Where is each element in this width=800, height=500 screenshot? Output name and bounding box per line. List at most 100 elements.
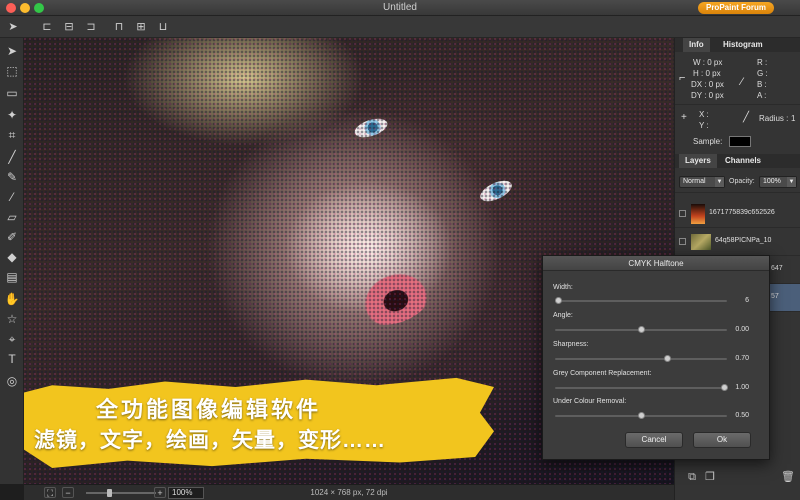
ucr-slider-thumb[interactable] bbox=[638, 412, 645, 419]
info-g: G : bbox=[757, 69, 768, 78]
dialog-title: CMYK Halftone bbox=[543, 256, 769, 271]
sample-color-swatch[interactable] bbox=[729, 136, 751, 147]
tab-layers[interactable]: Layers bbox=[679, 154, 717, 168]
radius-label: Radius : bbox=[759, 114, 789, 123]
blend-mode-value: Normal bbox=[683, 178, 706, 185]
ok-button[interactable]: Ok bbox=[693, 432, 751, 448]
status-bar: ⛶ − + 100% 1024 × 768 px, 72 dpi bbox=[24, 484, 674, 500]
trash-icon[interactable]: 🗑 bbox=[781, 470, 795, 484]
fill-icon[interactable]: ◆ bbox=[3, 248, 21, 266]
gcr-slider[interactable] bbox=[555, 384, 728, 391]
gradient-icon[interactable]: ▤ bbox=[3, 268, 21, 286]
align-left-icon[interactable]: ⊏ bbox=[40, 20, 54, 34]
info-r: R : bbox=[757, 58, 768, 67]
opacity-field[interactable]: 100% ▼ bbox=[759, 176, 797, 188]
align-center-icon[interactable]: ⊟ bbox=[62, 20, 76, 34]
width-slider[interactable] bbox=[555, 297, 727, 304]
cancel-button[interactable]: Cancel bbox=[625, 432, 683, 448]
tab-histogram[interactable]: Histogram bbox=[723, 38, 763, 52]
gcr-value: 1.00 bbox=[735, 384, 749, 391]
paint-icon[interactable]: ✐ bbox=[3, 228, 21, 246]
align-right-icon[interactable]: ⊐ bbox=[84, 20, 98, 34]
layer-thumbnail bbox=[691, 234, 711, 250]
eyedropper-icon[interactable]: ⁄ bbox=[3, 188, 21, 206]
info-x: X : bbox=[699, 110, 709, 119]
tab-info[interactable]: Info bbox=[683, 38, 710, 52]
magic-wand-icon[interactable]: ✦ bbox=[3, 106, 21, 124]
sample-label: Sample: bbox=[693, 137, 723, 146]
document-info: 1024 × 768 px, 72 dpi bbox=[310, 488, 388, 497]
brush-info-icon: ╱ bbox=[743, 112, 750, 123]
angle-slider-thumb[interactable] bbox=[638, 326, 645, 333]
align-top-icon[interactable]: ⊓ bbox=[112, 20, 126, 34]
banner-headline: 全功能图像编辑软件 bbox=[96, 397, 322, 422]
align-bottom-icon[interactable]: ⊔ bbox=[156, 20, 170, 34]
layer-thumbnail bbox=[691, 204, 705, 224]
crosshair-icon: + bbox=[681, 112, 687, 123]
duplicate-layer-icon[interactable]: ❐ bbox=[703, 470, 717, 484]
new-layer-icon[interactable]: ⧉ bbox=[685, 470, 699, 484]
window-title: Untitled bbox=[383, 2, 417, 13]
layer-name: 647 bbox=[771, 265, 783, 272]
sharpness-label: Sharpness: bbox=[553, 341, 589, 348]
width-slider-thumb[interactable] bbox=[555, 297, 563, 304]
marquee-icon[interactable]: ▭ bbox=[3, 84, 21, 102]
info-tab-bar: Info Histogram bbox=[675, 38, 800, 52]
blend-mode-select[interactable]: Normal ▼ bbox=[679, 176, 725, 188]
layer-row[interactable]: 64q58PICNPa_10 bbox=[675, 228, 800, 256]
crop-icon[interactable]: ⌗ bbox=[3, 126, 21, 144]
layer-name: 64q58PICNPa_10 bbox=[715, 237, 772, 244]
info-y: Y : bbox=[699, 121, 709, 130]
info-dy: DY : 0 px bbox=[691, 91, 724, 100]
angle-label: Angle: bbox=[553, 312, 573, 319]
layer-name: 57 bbox=[771, 293, 779, 300]
tools-panel: ➤ ⬚ ▭ ✦ ⌗ ╱ ✎ ⁄ ▱ ✐ ◆ ▤ ✋ ☆ ⌖ T ◎ bbox=[0, 38, 24, 484]
gcr-slider-thumb[interactable] bbox=[720, 384, 728, 391]
width-label: Width: bbox=[553, 284, 573, 291]
cmyk-halftone-dialog: CMYK Halftone Width: 6 Angle: 0.00 Sharp… bbox=[542, 255, 770, 460]
sharpness-value: 0.70 bbox=[735, 355, 749, 362]
transform-icon[interactable]: ⬚ bbox=[3, 62, 21, 80]
pencil-icon[interactable]: ✎ bbox=[3, 168, 21, 186]
align-middle-icon[interactable]: ⊞ bbox=[134, 20, 148, 34]
info-b: B : bbox=[757, 80, 767, 89]
width-value: 6 bbox=[745, 297, 749, 304]
layers-tab-bar: Layers Channels bbox=[675, 154, 800, 168]
layer-visibility-checkbox[interactable] bbox=[679, 238, 686, 245]
banner-subline: 滤镜，文字，绘画，矢量，变形…… bbox=[34, 429, 386, 452]
forum-button[interactable]: ProPaint Forum bbox=[697, 2, 774, 14]
sharpness-slider-thumb[interactable] bbox=[663, 355, 671, 362]
angle-value: 0.00 bbox=[735, 326, 749, 333]
ucr-slider[interactable] bbox=[555, 412, 727, 419]
title-bar: Untitled ProPaint Forum bbox=[0, 0, 800, 16]
chevron-down-icon: ▼ bbox=[715, 177, 724, 187]
chevron-down-icon: ▼ bbox=[787, 177, 796, 187]
move-icon[interactable]: ➤ bbox=[3, 42, 21, 60]
tab-channels[interactable]: Channels bbox=[725, 154, 761, 168]
brush-icon[interactable]: ╱ bbox=[3, 148, 21, 166]
text-icon[interactable]: T bbox=[3, 350, 21, 368]
ucr-label: Under Colour Removal: bbox=[553, 398, 627, 405]
angle-slider[interactable] bbox=[555, 326, 727, 333]
options-toolbar: ➤ ⊏ ⊟ ⊐ ⊓ ⊞ ⊔ bbox=[0, 16, 800, 38]
layers-divider bbox=[675, 192, 800, 193]
corner-icon: ⌐ bbox=[679, 72, 686, 84]
layer-name: 1671775839c652526 bbox=[709, 209, 775, 216]
path-icon[interactable]: ⌖ bbox=[3, 330, 21, 348]
sharpness-slider[interactable] bbox=[555, 355, 727, 362]
info-dx: DX : 0 px bbox=[691, 80, 724, 89]
move-arrow-icon[interactable]: ➤ bbox=[6, 20, 20, 34]
layer-visibility-checkbox[interactable] bbox=[679, 210, 686, 217]
radius-value: 1 bbox=[791, 114, 796, 123]
opacity-label: Opacity: bbox=[729, 178, 755, 185]
gcr-label: Grey Component Replacement: bbox=[553, 370, 652, 377]
star-icon[interactable]: ☆ bbox=[3, 310, 21, 328]
info-a: A : bbox=[757, 91, 767, 100]
zoom-icon[interactable]: ◎ bbox=[3, 372, 21, 390]
layer-row[interactable]: 1671775839c652526 bbox=[675, 200, 800, 228]
hand-icon[interactable]: ✋ bbox=[3, 290, 21, 308]
eraser-icon[interactable]: ▱ bbox=[3, 208, 21, 226]
info-height: H : 0 px bbox=[693, 69, 721, 78]
info-width: W : 0 px bbox=[693, 58, 723, 67]
opacity-value: 100% bbox=[763, 178, 781, 185]
